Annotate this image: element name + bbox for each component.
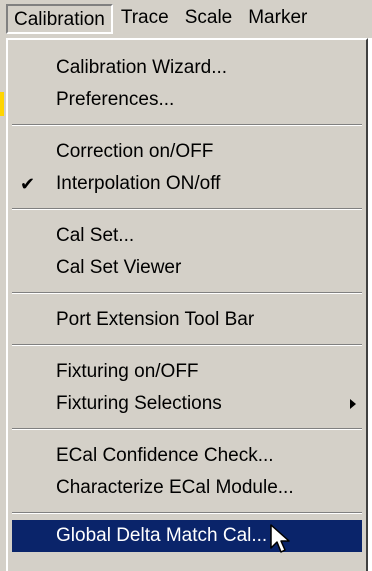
submenu-arrow-icon	[350, 399, 356, 409]
menu-separator	[12, 428, 362, 430]
menu-item-characterize-ecal-module[interactable]: Characterize ECal Module...	[12, 472, 362, 504]
menu-bar: Calibration Trace Scale Marker	[6, 0, 372, 38]
checkmark-icon: ✔	[20, 174, 36, 194]
menu-separator	[12, 292, 362, 294]
menu-item-label: Cal Set...	[56, 225, 135, 246]
menu-trace[interactable]: Trace	[113, 4, 177, 34]
menu-item-cal-set[interactable]: Cal Set...	[12, 220, 362, 252]
menu-item-label: Fixturing Selections	[56, 393, 222, 414]
menu-item-label: Cal Set Viewer	[56, 257, 182, 278]
menu-marker[interactable]: Marker	[240, 4, 315, 34]
menu-marker-label: Marker	[248, 7, 308, 28]
menu-item-port-extension-toolbar[interactable]: Port Extension Tool Bar	[12, 304, 362, 336]
menu-item-global-delta-match-cal[interactable]: Global Delta Match Cal...	[12, 520, 362, 552]
menu-trace-label: Trace	[120, 7, 169, 28]
menu-item-label: Characterize ECal Module...	[56, 477, 294, 498]
menu-separator	[12, 512, 362, 514]
menu-calibration-label: Calibration	[14, 9, 105, 30]
menu-scale-label: Scale	[184, 7, 233, 28]
mouse-pointer-icon	[270, 524, 290, 553]
menu-item-label: Port Extension Tool Bar	[56, 309, 255, 330]
menu-item-fixturing[interactable]: Fixturing on/OFF	[12, 356, 362, 388]
menu-item-interpolation[interactable]: ✔ Interpolation ON/off	[12, 168, 362, 200]
menu-item-label: Fixturing on/OFF	[56, 361, 199, 382]
menu-calibration[interactable]: Calibration	[6, 4, 113, 34]
app-edge-marker	[0, 92, 4, 116]
menu-item-label: Calibration Wizard...	[56, 57, 228, 78]
menu-item-cal-set-viewer[interactable]: Cal Set Viewer	[12, 252, 362, 284]
menu-item-fixturing-selections[interactable]: Fixturing Selections	[12, 388, 362, 420]
menu-item-label: Correction on/OFF	[56, 141, 214, 162]
menu-separator	[12, 344, 362, 346]
menu-item-calibration-wizard[interactable]: Calibration Wizard...	[12, 52, 362, 84]
menu-item-label: Preferences...	[56, 89, 175, 110]
menu-item-preferences[interactable]: Preferences...	[12, 84, 362, 116]
menu-item-label: Global Delta Match Cal...	[56, 525, 268, 546]
menu-scale[interactable]: Scale	[177, 4, 241, 34]
calibration-dropdown-menu: Calibration Wizard... Preferences... Cor…	[6, 38, 368, 571]
menu-separator	[12, 208, 362, 210]
menu-item-correction[interactable]: Correction on/OFF	[12, 136, 362, 168]
menu-item-label: Interpolation ON/off	[56, 173, 221, 194]
menu-separator	[12, 124, 362, 126]
menu-item-ecal-confidence-check[interactable]: ECal Confidence Check...	[12, 440, 362, 472]
menu-item-label: ECal Confidence Check...	[56, 445, 274, 466]
